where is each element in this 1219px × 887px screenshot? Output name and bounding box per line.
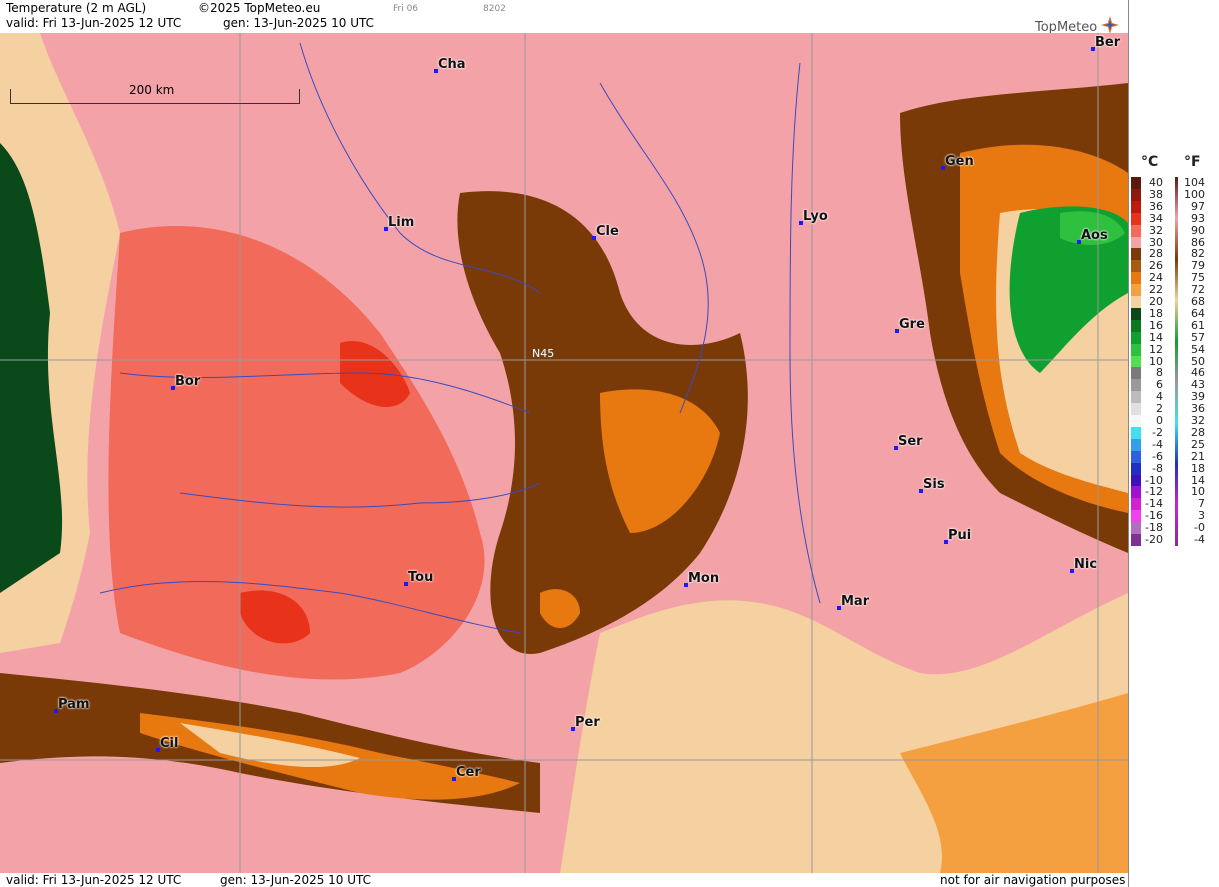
legend-swatch bbox=[1131, 450, 1141, 463]
legend-swatch bbox=[1131, 510, 1141, 523]
city-label: Mon bbox=[688, 571, 720, 586]
city-label: Gen bbox=[945, 154, 974, 169]
city-label: Cil bbox=[160, 736, 179, 751]
legend-swatch bbox=[1131, 260, 1141, 273]
city-label: Ber bbox=[1095, 35, 1121, 50]
legend-swatch bbox=[1131, 319, 1141, 332]
legend-swatch bbox=[1131, 426, 1141, 439]
legend-fahrenheit-label: -4 bbox=[1194, 533, 1205, 546]
city-label: Pam bbox=[58, 697, 90, 712]
legend-swatch bbox=[1131, 296, 1141, 308]
legend-swatch bbox=[1131, 343, 1141, 356]
star-icon bbox=[1101, 16, 1120, 34]
city-label: Bor bbox=[175, 374, 201, 389]
legend-fahrenheit-bar bbox=[1175, 177, 1178, 546]
city-label: Lim bbox=[388, 215, 415, 230]
run-label: Fri 06 bbox=[393, 4, 419, 14]
city-label: Cle bbox=[596, 224, 619, 239]
legend-swatch bbox=[1131, 236, 1141, 249]
legend-swatch bbox=[1131, 331, 1141, 344]
celsius-unit: °C bbox=[1141, 154, 1159, 170]
city-label: Tou bbox=[408, 570, 434, 585]
city-label: Per bbox=[575, 715, 600, 730]
legend-swatch bbox=[1131, 284, 1141, 297]
legend-swatch bbox=[1131, 212, 1141, 225]
legend-swatch bbox=[1131, 188, 1141, 201]
color-legend: °C °F 40 104 38 100 36 97 34 93 32 90 30 86 28 82 26 79… bbox=[1128, 0, 1219, 887]
legend-swatch bbox=[1131, 177, 1141, 189]
legend-swatch bbox=[1131, 498, 1141, 511]
legend-swatch bbox=[1131, 415, 1141, 427]
city-label: Lyo bbox=[803, 209, 828, 224]
scale-bar: 200 km bbox=[10, 83, 300, 104]
run-code: 8202 bbox=[483, 4, 506, 14]
legend-swatch bbox=[1131, 522, 1141, 535]
generated-time: gen: 13-Jun-2025 10 UTC bbox=[223, 16, 375, 30]
legend-swatch bbox=[1131, 462, 1141, 475]
latitude-label: N45 bbox=[532, 347, 555, 360]
legend-swatch bbox=[1131, 367, 1141, 380]
valid-time: valid: Fri 13-Jun-2025 12 UTC bbox=[6, 16, 182, 30]
legend-swatch bbox=[1131, 534, 1141, 546]
footer-valid-time: valid: Fri 13-Jun-2025 12 UTC bbox=[6, 873, 182, 887]
legend-swatch bbox=[1131, 486, 1141, 499]
legend-swatch bbox=[1131, 248, 1141, 261]
city-label: Mar bbox=[841, 594, 870, 609]
legend-swatch bbox=[1131, 379, 1141, 392]
footer-note: not for air navigation purposes bbox=[940, 873, 1126, 887]
legend-swatch bbox=[1131, 307, 1141, 320]
city-label: Nic bbox=[1074, 557, 1098, 572]
city-label: Sis bbox=[923, 477, 945, 492]
fahrenheit-unit: °F bbox=[1184, 154, 1201, 170]
legend-celsius-label: -20 bbox=[1145, 533, 1163, 546]
city-label: Aos bbox=[1081, 228, 1108, 243]
city-label: Cer bbox=[456, 765, 481, 780]
city-label: Pui bbox=[948, 528, 972, 543]
legend-swatch bbox=[1131, 438, 1141, 451]
legend-swatch bbox=[1131, 355, 1141, 368]
legend-swatch bbox=[1131, 403, 1141, 416]
map-title: Temperature (2 m AGL) bbox=[6, 1, 147, 15]
legend-swatch bbox=[1131, 272, 1141, 285]
city-label: Gre bbox=[899, 317, 925, 332]
copyright-text: ©2025 TopMeteo.eu bbox=[198, 1, 321, 15]
legend-swatch bbox=[1131, 224, 1141, 237]
legend-swatch bbox=[1131, 474, 1141, 487]
footer-generated-time: gen: 13-Jun-2025 10 UTC bbox=[220, 873, 372, 887]
city-label: Ser bbox=[898, 434, 923, 449]
temperature-map[interactable]: 200 km N45 Cha Ber Lim Cle Lyo Gen Aos Gre Bor Se… bbox=[0, 33, 1128, 873]
legend-swatch bbox=[1131, 200, 1141, 213]
legend-swatch bbox=[1131, 391, 1141, 404]
city-label: Cha bbox=[438, 57, 466, 72]
scale-label: 200 km bbox=[129, 83, 175, 97]
